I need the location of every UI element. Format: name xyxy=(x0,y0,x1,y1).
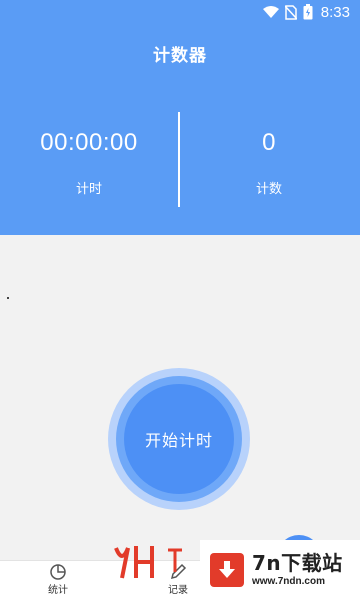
phone-screen: 8:33 计数器 00:00:00 计时 0 计数 开始计时 统计 记录 7n下… xyxy=(0,0,360,600)
watermark-url: www.7ndn.com xyxy=(252,576,325,587)
download-site-watermark: 7n下载站 www.7ndn.com xyxy=(200,540,360,600)
counter-label: 计数 xyxy=(255,182,282,197)
nav-item-statistics[interactable]: 统计 xyxy=(28,563,88,596)
speck xyxy=(7,297,9,299)
status-time: 8:33 xyxy=(320,3,350,21)
timer-label: 计时 xyxy=(75,182,102,197)
watermark-title: 7n下载站 xyxy=(252,551,343,575)
counter-display: 0 计数 xyxy=(180,112,358,199)
no-sim-icon xyxy=(284,4,297,20)
watermark-text: 7n下载站 www.7ndn.com xyxy=(252,553,343,587)
page-title: 计数器 xyxy=(153,46,207,66)
stats-row: 00:00:00 计时 0 计数 xyxy=(0,112,360,207)
header-panel: 8:33 计数器 00:00:00 计时 0 计数 xyxy=(0,0,360,235)
wifi-icon xyxy=(262,5,279,18)
nav-label-statistics: 统计 xyxy=(48,585,68,596)
start-button-core: 开始计时 xyxy=(124,384,234,494)
yh-watermark-logo xyxy=(114,546,182,579)
start-button-label: 开始计时 xyxy=(144,431,213,450)
timer-display: 00:00:00 计时 xyxy=(0,112,178,199)
pie-chart-icon xyxy=(50,564,66,580)
start-button-ring: 开始计时 xyxy=(116,376,242,502)
status-bar: 8:33 xyxy=(262,0,360,24)
timer-value: 00:00:00 xyxy=(40,129,138,156)
download-arrow-icon xyxy=(210,553,244,587)
nav-label-records: 记录 xyxy=(168,585,188,596)
battery-icon xyxy=(303,4,313,20)
counter-value: 0 xyxy=(262,129,276,156)
start-timer-button[interactable]: 开始计时 xyxy=(108,368,250,510)
